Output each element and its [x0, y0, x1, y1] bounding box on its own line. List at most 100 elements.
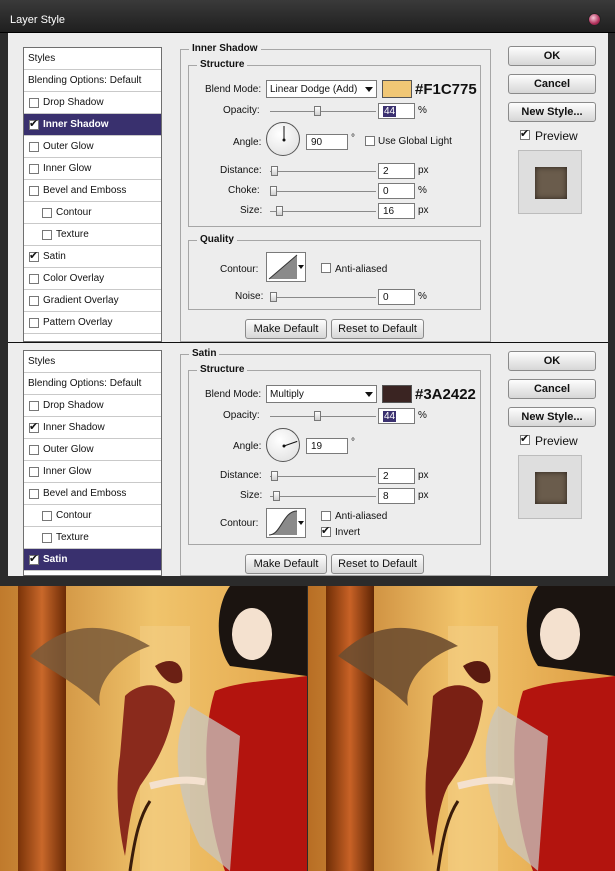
styles-list-item[interactable]: Contour — [24, 202, 161, 224]
styles-list-item[interactable]: Inner Glow — [24, 461, 161, 483]
make-default-button[interactable]: Make Default — [245, 319, 327, 339]
checkbox-icon[interactable] — [29, 400, 39, 411]
checkbox-icon[interactable] — [29, 466, 39, 477]
checkbox-icon[interactable] — [29, 552, 39, 565]
slider-thumb[interactable] — [271, 166, 278, 176]
blend-mode-select[interactable]: Multiply — [266, 385, 377, 403]
checkbox-icon[interactable] — [29, 249, 39, 262]
checkbox-icon[interactable] — [29, 273, 39, 284]
styles-list-item[interactable]: Satin — [24, 549, 161, 571]
use-global-light-checkbox[interactable] — [365, 136, 375, 146]
preview-checkbox[interactable] — [520, 432, 530, 445]
styles-list-item[interactable]: Texture — [24, 527, 161, 549]
checkbox-icon[interactable] — [42, 532, 52, 543]
styles-list-item[interactable]: Gradient Overlay — [24, 290, 161, 312]
styles-list[interactable]: Styles Blending Options: Default Drop Shad… — [23, 47, 162, 342]
checkbox-icon[interactable] — [29, 420, 39, 433]
styles-list-item[interactable]: Drop Shadow — [24, 395, 161, 417]
anti-aliased-checkbox[interactable] — [321, 511, 331, 521]
styles-list-item[interactable]: Bevel and Emboss — [24, 180, 161, 202]
size-input[interactable]: 8 — [378, 488, 415, 504]
angle-dial-icon[interactable] — [266, 428, 300, 462]
distance-slider[interactable] — [270, 166, 376, 176]
checkbox-icon[interactable] — [29, 444, 39, 455]
choke-slider[interactable] — [270, 186, 376, 196]
checkbox-icon[interactable] — [29, 141, 39, 152]
styles-list-item[interactable]: Blending Options: Default — [24, 373, 161, 395]
slider-thumb[interactable] — [314, 106, 321, 116]
invert-checkbox[interactable] — [321, 524, 331, 537]
styles-list-item[interactable]: Color Overlay — [24, 268, 161, 290]
checkbox-icon[interactable] — [29, 295, 39, 306]
make-default-button[interactable]: Make Default — [245, 554, 327, 574]
styles-list-item[interactable]: Bevel and Emboss — [24, 483, 161, 505]
slider-thumb[interactable] — [271, 471, 278, 481]
window-title: Layer Style — [10, 14, 66, 26]
slider-thumb[interactable] — [314, 411, 321, 421]
contour-picker[interactable] — [266, 252, 306, 282]
new-style-button[interactable]: New Style... — [508, 407, 596, 427]
styles-list[interactable]: Styles Blending Options: Default Drop Shad… — [23, 350, 162, 576]
checkbox-icon[interactable] — [29, 117, 39, 130]
degree-unit: ° — [351, 133, 355, 144]
styles-list-item[interactable]: Inner Shadow — [24, 114, 161, 136]
styles-list-item[interactable]: Blending Options: Default — [24, 70, 161, 92]
distance-input[interactable]: 2 — [378, 468, 415, 484]
distance-slider[interactable] — [270, 471, 376, 481]
new-style-button[interactable]: New Style... — [508, 102, 596, 122]
styles-list-item[interactable]: Drop Shadow — [24, 92, 161, 114]
noise-slider[interactable] — [270, 292, 376, 302]
styles-list-item[interactable]: Styles — [24, 48, 161, 70]
distance-value: 2 — [383, 471, 389, 482]
ok-button[interactable]: OK — [508, 46, 596, 66]
size-input[interactable]: 16 — [378, 203, 415, 219]
checkbox-icon[interactable] — [42, 229, 52, 240]
opacity-slider[interactable] — [270, 411, 376, 421]
checkbox-icon[interactable] — [29, 163, 39, 174]
contour-picker[interactable] — [266, 508, 306, 538]
close-orb-icon[interactable] — [588, 13, 601, 26]
angle-input[interactable]: 90 — [306, 134, 348, 150]
styles-list-item[interactable]: Contour — [24, 505, 161, 527]
styles-list-item[interactable]: Texture — [24, 224, 161, 246]
styles-list-item[interactable]: Inner Shadow — [24, 417, 161, 439]
anti-aliased-checkbox[interactable] — [321, 263, 331, 273]
blend-mode-value: Linear Dodge (Add) — [270, 84, 358, 95]
styles-list-item[interactable]: Styles — [24, 351, 161, 373]
preview-checkbox[interactable] — [520, 127, 530, 140]
slider-thumb[interactable] — [270, 292, 277, 302]
slider-thumb[interactable] — [276, 206, 283, 216]
slider-thumb[interactable] — [273, 491, 280, 501]
styles-list-item[interactable]: Outer Glow — [24, 439, 161, 461]
opacity-slider[interactable] — [270, 106, 376, 116]
opacity-input[interactable]: 44 — [378, 103, 415, 119]
satin-color-swatch[interactable] — [382, 385, 412, 403]
angle-dial-icon[interactable] — [266, 122, 300, 156]
opacity-input[interactable]: 44 — [378, 408, 415, 424]
angle-input[interactable]: 19 — [306, 438, 348, 454]
styles-list-item[interactable]: Satin — [24, 246, 161, 268]
size-slider[interactable] — [270, 491, 376, 501]
blend-mode-select[interactable]: Linear Dodge (Add) — [266, 80, 377, 98]
checkbox-icon[interactable] — [29, 488, 39, 499]
checkbox-icon[interactable] — [29, 97, 39, 108]
choke-input[interactable]: 0 — [378, 183, 415, 199]
checkbox-icon[interactable] — [29, 317, 39, 328]
size-slider[interactable] — [270, 206, 376, 216]
distance-input[interactable]: 2 — [378, 163, 415, 179]
cancel-button[interactable]: Cancel — [508, 74, 596, 94]
shadow-color-swatch[interactable] — [382, 80, 412, 98]
checkbox-icon[interactable] — [29, 185, 39, 196]
reset-to-default-button[interactable]: Reset to Default — [331, 554, 424, 574]
ok-button[interactable]: OK — [508, 351, 596, 371]
reset-to-default-button[interactable]: Reset to Default — [331, 319, 424, 339]
cancel-button[interactable]: Cancel — [508, 379, 596, 399]
styles-list-item[interactable]: Inner Glow — [24, 158, 161, 180]
invert-label: Invert — [335, 527, 361, 538]
checkbox-icon[interactable] — [42, 510, 52, 521]
styles-list-item[interactable]: Pattern Overlay — [24, 312, 161, 334]
noise-input[interactable]: 0 — [378, 289, 415, 305]
slider-thumb[interactable] — [270, 186, 277, 196]
checkbox-icon[interactable] — [42, 207, 52, 218]
styles-list-item[interactable]: Outer Glow — [24, 136, 161, 158]
